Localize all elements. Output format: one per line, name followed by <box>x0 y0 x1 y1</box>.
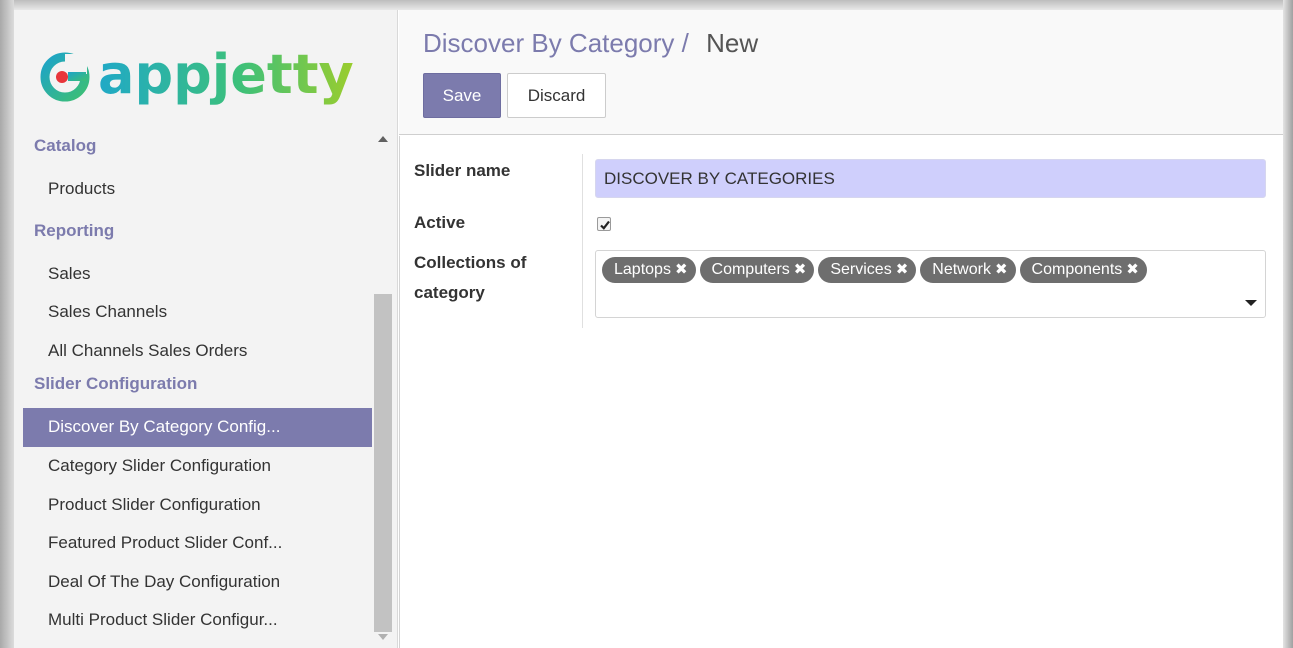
app-window: appjetty Catalog Products Reporting Sale… <box>0 0 1293 648</box>
sidebar-item-sales-channels[interactable]: Sales Channels <box>23 293 372 332</box>
remove-tag-icon[interactable]: ✖ <box>675 257 688 283</box>
active-checkbox[interactable] <box>597 217 611 231</box>
sidebar-item-multi-product-slider-configur[interactable]: Multi Product Slider Configur... <box>23 601 372 640</box>
scroll-down-arrow-icon[interactable] <box>378 634 388 640</box>
scrollbar-thumb[interactable] <box>374 294 392 632</box>
sidebar-item-deal-of-the-day-configuration[interactable]: Deal Of The Day Configuration <box>23 563 372 602</box>
breadcrumb-separator: / <box>681 28 689 58</box>
collections-label-line1: Collections of <box>414 253 527 272</box>
remove-tag-icon[interactable]: ✖ <box>896 257 909 283</box>
appjetty-logo[interactable]: appjetty <box>28 30 388 120</box>
save-button[interactable]: Save <box>423 73 501 118</box>
sidebar-item-product-slider-configuration[interactable]: Product Slider Configuration <box>23 486 372 525</box>
discard-button[interactable]: Discard <box>507 73 606 118</box>
tag-services: Services ✖ <box>818 257 917 283</box>
sidebar-item-all-channels-sales-orders[interactable]: All Channels Sales Orders <box>23 332 372 371</box>
window-right-edge <box>1283 0 1293 648</box>
logo-wordmark: appjetty <box>98 40 354 110</box>
tag-laptops: Laptops ✖ <box>602 257 696 283</box>
scroll-up-arrow-icon[interactable] <box>378 136 388 142</box>
collections-label-line2: category <box>414 283 485 302</box>
label-divider <box>582 154 583 328</box>
active-label: Active <box>414 213 466 232</box>
window-left-edge <box>0 0 14 648</box>
breadcrumb: Discover By Category / New <box>423 28 758 59</box>
dropdown-caret-icon[interactable] <box>1245 300 1257 306</box>
sidebar-item-discover-by-category-config[interactable]: Discover By Category Config... <box>23 408 372 447</box>
tag-list: Laptops ✖ Computers ✖ Services ✖ Network… <box>602 257 1147 283</box>
breadcrumb-parent[interactable]: Discover By Category <box>423 28 674 58</box>
tag-label: Services <box>830 261 892 278</box>
slider-name-label: Slider name <box>414 161 511 180</box>
tag-label: Computers <box>711 261 790 278</box>
remove-tag-icon[interactable]: ✖ <box>794 257 807 283</box>
sidebar-scrollbar[interactable] <box>372 132 394 648</box>
breadcrumb-current: New <box>706 28 759 58</box>
tag-label: Components <box>1031 261 1123 278</box>
appjetty-logo-icon <box>40 52 90 102</box>
remove-tag-icon[interactable]: ✖ <box>995 257 1008 283</box>
sidebar-heading-slider-configuration: Slider Configuration <box>34 374 198 394</box>
sidebar-item-sales[interactable]: Sales <box>23 255 372 294</box>
sidebar-menu: Catalog Products Reporting Sales Sales C… <box>23 132 372 640</box>
sidebar-heading-reporting: Reporting <box>34 220 115 240</box>
tag-components: Components ✖ <box>1019 257 1147 283</box>
window-top-edge <box>0 0 1293 10</box>
sidebar: appjetty Catalog Products Reporting Sale… <box>14 10 398 648</box>
collections-many2many-field[interactable]: Laptops ✖ Computers ✖ Services ✖ Network… <box>595 250 1266 318</box>
tag-network: Network ✖ <box>920 257 1016 283</box>
tag-computers: Computers ✖ <box>699 257 815 283</box>
tag-label: Laptops <box>614 261 671 278</box>
sidebar-item-featured-product-slider-conf[interactable]: Featured Product Slider Conf... <box>23 524 372 563</box>
sidebar-heading-catalog: Catalog <box>34 136 97 155</box>
sidebar-item-products[interactable]: Products <box>23 170 372 209</box>
form-sheet: Slider name DISCOVER BY CATEGORIES Activ… <box>399 136 1283 648</box>
control-panel: Discover By Category / New Save Discard <box>399 10 1283 135</box>
checkmark-icon <box>600 220 610 230</box>
sidebar-item-category-slider-configuration[interactable]: Category Slider Configuration <box>23 447 372 486</box>
tag-label: Network <box>932 261 991 278</box>
remove-tag-icon[interactable]: ✖ <box>1126 257 1139 283</box>
slider-name-input[interactable]: DISCOVER BY CATEGORIES <box>595 159 1266 198</box>
